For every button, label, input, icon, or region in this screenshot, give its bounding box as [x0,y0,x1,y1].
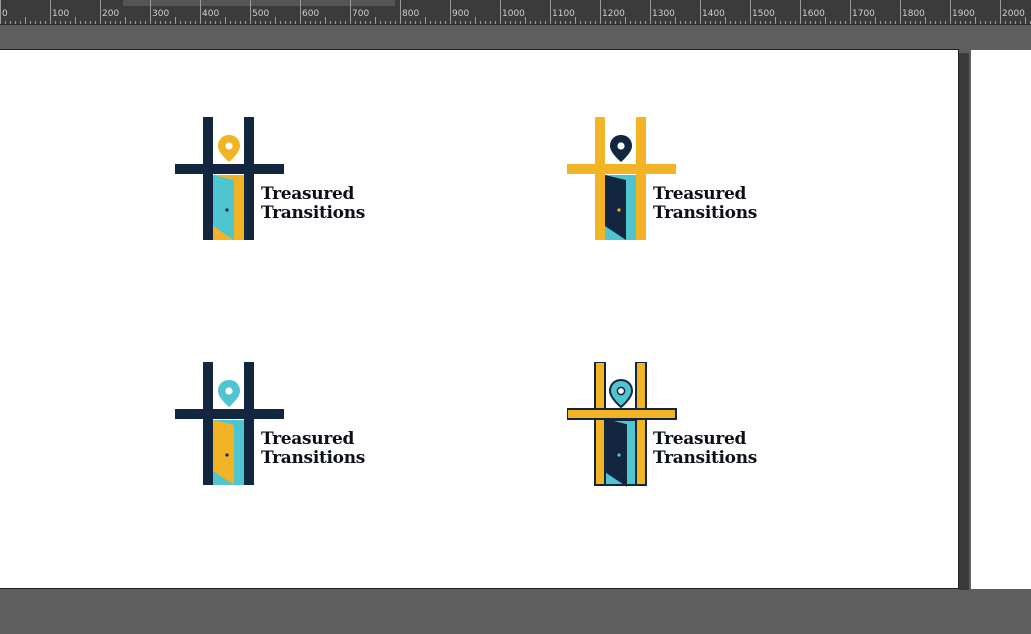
ruler-label: 1700 [852,9,875,19]
logo-joint [596,410,604,418]
wordmark-line-2: Transitions [653,448,758,468]
ruler-label: 1500 [752,9,775,19]
logo-variant-4[interactable]: Treasured Transitions [567,362,767,492]
ruler-label: 1400 [702,9,725,19]
logo-right-bar-lower [636,174,646,240]
logo-left-bar-lower [203,174,213,240]
ruler-label: 200 [102,9,120,19]
logo-wordmark: Treasured Transitions [261,430,365,468]
ruler-label: 300 [152,9,170,19]
logo-pin-hole [225,142,233,150]
logo-variant-1[interactable]: Treasured Transitions [175,117,375,247]
logo-door-knob [617,453,621,457]
wordmark-line-2: Transitions [261,203,366,223]
logo-pin-hole [617,142,625,150]
ruler-label: 700 [352,9,370,19]
ruler-label: 1300 [652,9,675,19]
logo-mark-icon [175,362,284,485]
logo-wordmark: Treasured Transitions [653,430,757,468]
logo-cross-bar [175,409,284,419]
logo-variant-3[interactable]: Treasured Transitions [175,362,375,492]
logo-cross-bar [567,408,677,420]
logo-cross-bar [175,164,284,174]
design-app-window: 0 100 200 300 400 500 600 700 800 900 1000 1100 1200… [0,0,1031,634]
horizontal-ruler[interactable]: 0 100 200 300 400 500 600 700 800 900 1000 1100 1200… [0,0,1031,25]
logo-pin-hole [616,386,626,396]
logo-variant-2[interactable]: Treasured Transitions [567,117,767,247]
ruler-label: 500 [252,9,270,19]
wordmark-line-1: Treasured [261,429,355,449]
ruler-label: 1600 [802,9,825,19]
ruler-label: 400 [202,9,220,19]
ruler-label: 900 [452,9,470,19]
logo-wordmark: Treasured Transitions [653,185,757,223]
logo-right-bar-lower [635,418,647,486]
wordmark-line-1: Treasured [653,429,747,449]
next-artboard[interactable] [971,50,1031,589]
wordmark-line-1: Treasured [653,184,747,204]
ruler-label: 600 [302,9,320,19]
logo-mark-icon [567,362,677,487]
ruler-label: 0 [2,9,8,19]
artboard[interactable]: Treasured Transitions Treasured Transiti… [0,49,959,589]
ruler-label: 1900 [952,9,975,19]
logo-door-knob [225,208,229,212]
ruler-label: 1200 [602,9,625,19]
logo-door-knob [225,453,229,457]
ruler-label: 1800 [902,9,925,19]
ruler-label: 1100 [552,9,575,19]
wordmark-line-2: Transitions [261,448,366,468]
logo-left-bar-lower [203,419,213,485]
artboard-edge-shadow [959,53,969,590]
logo-right-bar-lower [244,419,254,485]
ruler-label: 1000 [502,9,525,19]
logo-mark-icon [567,117,676,240]
logo-wordmark: Treasured Transitions [261,185,365,223]
logo-pin-hole [225,387,233,395]
wordmark-line-2: Transitions [653,203,758,223]
logo-left-bar-lower [595,174,605,240]
logo-right-bar-lower [244,174,254,240]
logo-mark-icon [175,117,284,240]
wordmark-line-1: Treasured [261,184,355,204]
logo-left-bar-lower [594,418,606,486]
ruler-label: 2000 [1002,9,1025,19]
ruler-label: 800 [402,9,420,19]
logo-joint [637,410,645,418]
ruler-label: 100 [52,9,70,19]
logo-door-knob [617,208,621,212]
logo-cross-bar [567,164,676,174]
